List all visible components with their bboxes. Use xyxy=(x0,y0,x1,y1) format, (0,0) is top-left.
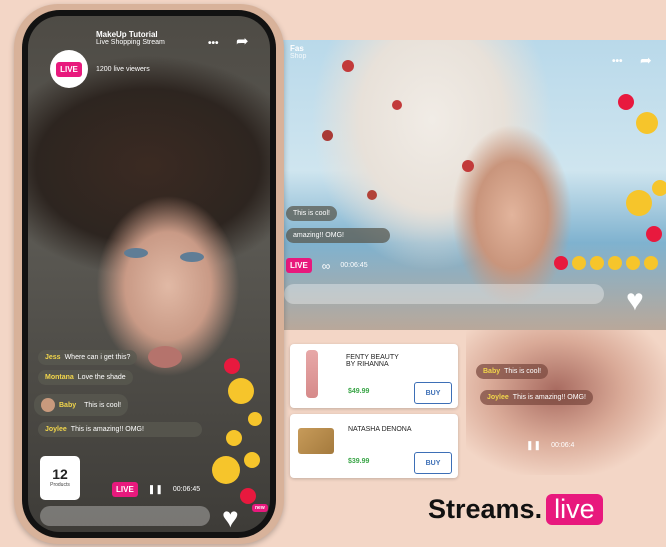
heart-reaction-icon xyxy=(618,94,634,110)
comment-input[interactable] xyxy=(40,506,210,526)
products-bag-button[interactable]: 12 Products xyxy=(40,456,80,500)
phone-frame: LIVE MakeUp Tutorial Live Shopping Strea… xyxy=(14,4,284,544)
dress-flower xyxy=(342,60,354,72)
more-options-icon[interactable]: ••• xyxy=(208,38,219,49)
wow-emoji-icon xyxy=(226,430,242,446)
stream-video[interactable]: Fas Shop ••• ➦ This is cool! amazing!! O… xyxy=(282,40,666,330)
stream-comment: This is cool! xyxy=(286,206,337,221)
heart-eyes-emoji-icon xyxy=(636,112,658,134)
stream-header: MakeUp Tutorial Live Shopping Stream xyxy=(96,30,165,46)
stream-subtitle: Live Shopping Stream xyxy=(96,39,165,46)
channel-avatar[interactable]: LIVE xyxy=(50,50,88,88)
logo-highlight: live xyxy=(546,494,603,525)
wow-emoji-icon[interactable] xyxy=(608,256,622,270)
phone-bezel: LIVE MakeUp Tutorial Live Shopping Strea… xyxy=(22,10,276,538)
product-price: $39.99 xyxy=(348,458,370,465)
pause-icon[interactable]: ❚❚ xyxy=(526,440,541,451)
faded-player: ❚❚ 00:06:4 xyxy=(526,440,574,451)
like-heart-icon[interactable]: ♥ xyxy=(222,504,239,532)
faded-comment: Joylee This is amazing!! OMG! xyxy=(480,390,593,405)
product-card[interactable]: FENTY BEAUTY BY RIHANNA $49.99 BUY xyxy=(290,344,458,408)
heart-eyes-emoji-icon xyxy=(626,190,652,216)
phone-screen[interactable]: LIVE MakeUp Tutorial Live Shopping Strea… xyxy=(28,16,270,532)
product-name: NATASHA DENONA xyxy=(348,426,412,433)
like-heart-icon[interactable]: ♥ xyxy=(626,286,644,316)
heart-eyes-emoji-icon xyxy=(212,456,240,484)
stream-player-controls: LIVE ∞ 00:06:45 xyxy=(286,258,368,273)
product-count-label: Products xyxy=(50,482,70,488)
stream-subtitle: Shop xyxy=(290,53,307,60)
laughing-emoji-icon xyxy=(248,412,262,426)
share-icon[interactable]: ➦ xyxy=(640,52,652,69)
dress-flower xyxy=(322,130,333,141)
dress-flower xyxy=(367,190,377,200)
heart-reaction-icon xyxy=(646,226,662,242)
laughing-emoji-icon[interactable] xyxy=(590,256,604,270)
logo-text: Streams. xyxy=(428,494,543,524)
heart-eyes-emoji-icon[interactable] xyxy=(572,256,586,270)
new-badge: new xyxy=(252,504,268,512)
buy-button[interactable]: BUY xyxy=(414,382,452,404)
product-price: $49.99 xyxy=(348,388,370,395)
eye xyxy=(180,252,204,262)
pause-icon[interactable]: ❚❚ xyxy=(148,484,163,495)
viewer-count: 1200 live viewers xyxy=(96,66,150,73)
player-controls: LIVE ❚❚ 00:06:45 xyxy=(112,482,200,497)
avatar xyxy=(41,398,55,412)
heart-eyes-emoji-icon xyxy=(228,378,254,404)
time-readout: 00:06:45 xyxy=(172,486,201,493)
faded-comment: Baby This is cool! xyxy=(476,364,549,379)
comment: Jess Where can i get this? xyxy=(38,350,138,365)
stream-title: Fas xyxy=(290,44,304,53)
stream-comment-input[interactable] xyxy=(284,284,604,304)
lips xyxy=(148,346,182,368)
smile-emoji-icon[interactable] xyxy=(644,256,658,270)
comment: Joylee This is amazing!! OMG! xyxy=(38,422,202,437)
eye xyxy=(124,248,148,258)
product-image xyxy=(306,350,318,398)
heart-reaction-icon xyxy=(240,488,256,504)
time-readout: 00:06:45 xyxy=(340,262,368,269)
dress-flower xyxy=(392,100,402,110)
dress-flower xyxy=(462,160,474,172)
product-name: FENTY BEAUTY BY RIHANNA xyxy=(346,354,399,368)
heart-reaction-icon xyxy=(224,358,240,374)
product-count: 12 xyxy=(52,466,68,482)
stream-title: MakeUp Tutorial xyxy=(96,30,158,39)
heart-icon[interactable] xyxy=(554,256,568,270)
comment: Montana Love the shade xyxy=(38,370,133,385)
reaction-bar[interactable] xyxy=(554,256,658,270)
share-icon[interactable]: ➦ xyxy=(236,32,249,50)
time-readout: 00:06:4 xyxy=(551,442,575,449)
laughing-emoji-icon xyxy=(652,180,666,196)
stream-comment: amazing!! OMG! xyxy=(286,228,390,243)
kiss-emoji-icon[interactable] xyxy=(626,256,640,270)
loop-icon[interactable]: ∞ xyxy=(322,259,331,273)
buy-button[interactable]: BUY xyxy=(414,452,452,474)
laughing-emoji-icon xyxy=(244,452,260,468)
product-card[interactable]: NATASHA DENONA $39.99 BUY xyxy=(290,414,458,478)
live-badge: LIVE xyxy=(56,61,82,77)
product-image xyxy=(298,428,334,454)
faded-chat-panel: Baby This is cool! Joylee This is amazing!… xyxy=(466,330,666,475)
comment: Baby This is cool! xyxy=(34,394,129,416)
stream-title-block: Fas Shop xyxy=(290,44,306,60)
more-options-icon[interactable]: ••• xyxy=(612,56,623,67)
live-badge: LIVE xyxy=(112,482,138,497)
live-badge: LIVE xyxy=(286,258,312,273)
brand-logo: Streams. live xyxy=(428,494,603,525)
